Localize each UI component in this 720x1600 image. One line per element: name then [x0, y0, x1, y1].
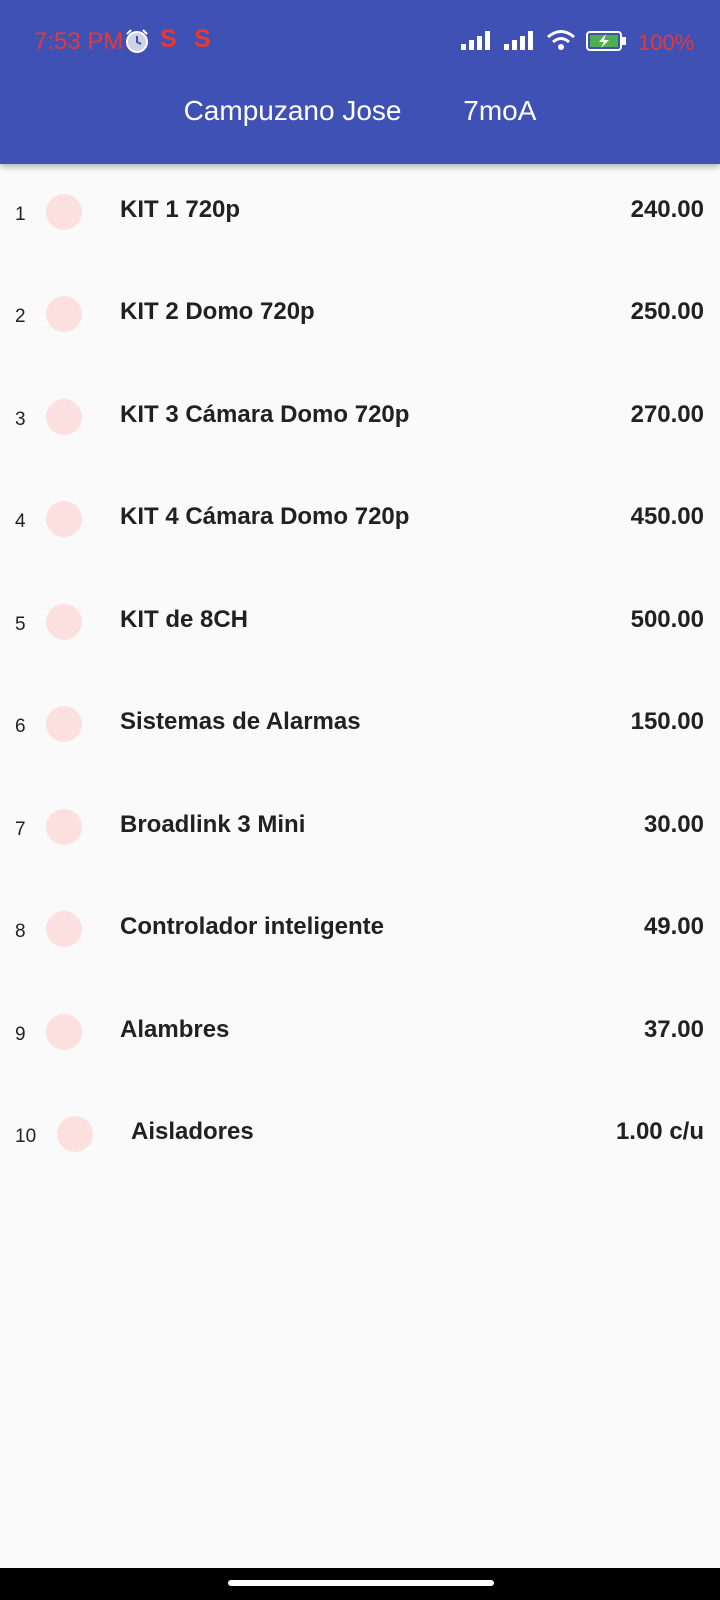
- student-group: 7moA: [463, 95, 537, 126]
- item-price: 240.00: [630, 196, 704, 223]
- item-index: 9: [15, 1024, 26, 1045]
- item-avatar: [46, 296, 82, 332]
- status-bar: 7:53 PM S S 100%: [0, 0, 720, 80]
- item-index: 4: [15, 511, 26, 532]
- item-avatar: [46, 604, 82, 640]
- list-item[interactable]: 9 Alambres 37.00: [0, 984, 720, 1086]
- page-title: Campuzano Jose 7moA: [0, 95, 720, 127]
- home-gesture-handle[interactable]: [228, 1580, 494, 1586]
- item-index: 10: [15, 1126, 37, 1147]
- signal-icon: [503, 28, 539, 54]
- list-item[interactable]: 10 Aisladores 1.00 c/u: [0, 1086, 720, 1188]
- item-name: Controlador inteligente: [120, 913, 384, 940]
- item-price: 150.00: [630, 708, 704, 735]
- list-item[interactable]: 4 KIT 4 Cámara Domo 720p 450.00: [0, 471, 720, 573]
- item-price: 30.00: [643, 811, 704, 838]
- item-avatar: [46, 194, 82, 230]
- item-price: 1.00 c/u: [615, 1118, 704, 1145]
- item-avatar: [57, 1116, 93, 1152]
- item-price: 250.00: [630, 298, 704, 325]
- status-time: 7:53 PM: [34, 28, 124, 55]
- list-item[interactable]: 5 KIT de 8CH 500.00: [0, 574, 720, 676]
- item-avatar: [46, 1014, 82, 1050]
- s-icon: S: [160, 25, 177, 53]
- item-avatar: [46, 501, 82, 537]
- battery-charging-icon: [585, 28, 629, 54]
- alarm-icon: [124, 28, 150, 54]
- item-name: KIT 1 720p: [120, 196, 241, 223]
- list-item[interactable]: 1 KIT 1 720p 240.00: [0, 164, 720, 266]
- item-index: 7: [15, 819, 26, 840]
- list-item[interactable]: 2 KIT 2 Domo 720p 250.00: [0, 266, 720, 368]
- item-index: 5: [15, 614, 26, 635]
- list-item[interactable]: 3 KIT 3 Cámara Domo 720p 270.00: [0, 369, 720, 471]
- item-price: 270.00: [630, 401, 704, 428]
- item-price: 450.00: [630, 503, 704, 530]
- navigation-bar: [0, 1568, 720, 1600]
- item-name: KIT de 8CH: [120, 606, 249, 633]
- item-price: 500.00: [630, 606, 704, 633]
- list-item[interactable]: 8 Controlador inteligente 49.00: [0, 881, 720, 983]
- app-bar: 7:53 PM S S 100% Campuzano Jose 7moA: [0, 0, 720, 164]
- item-name: Sistemas de Alarmas: [120, 708, 361, 735]
- list-item[interactable]: 7 Broadlink 3 Mini 30.00: [0, 779, 720, 881]
- item-name: Broadlink 3 Mini: [120, 811, 306, 838]
- item-index: 1: [15, 204, 26, 225]
- item-avatar: [46, 706, 82, 742]
- item-price: 37.00: [643, 1016, 704, 1043]
- item-index: 8: [15, 921, 26, 942]
- student-name: Campuzano Jose: [183, 95, 402, 126]
- wifi-icon: [546, 28, 576, 54]
- item-index: 2: [15, 306, 26, 327]
- item-index: 3: [15, 409, 26, 430]
- item-avatar: [46, 911, 82, 947]
- item-index: 6: [15, 716, 26, 737]
- s-icon: S: [194, 25, 211, 53]
- item-name: KIT 3 Cámara Domo 720p: [120, 401, 410, 428]
- item-name: KIT 4 Cámara Domo 720p: [120, 503, 410, 530]
- item-avatar: [46, 809, 82, 845]
- item-price: 49.00: [643, 913, 704, 940]
- list-item[interactable]: 6 Sistemas de Alarmas 150.00: [0, 676, 720, 778]
- item-avatar: [46, 399, 82, 435]
- item-name: KIT 2 Domo 720p: [120, 298, 315, 325]
- item-name: Aisladores: [131, 1118, 254, 1145]
- battery-percent: 100%: [638, 30, 695, 55]
- item-name: Alambres: [120, 1016, 230, 1043]
- signal-icon: [460, 28, 496, 54]
